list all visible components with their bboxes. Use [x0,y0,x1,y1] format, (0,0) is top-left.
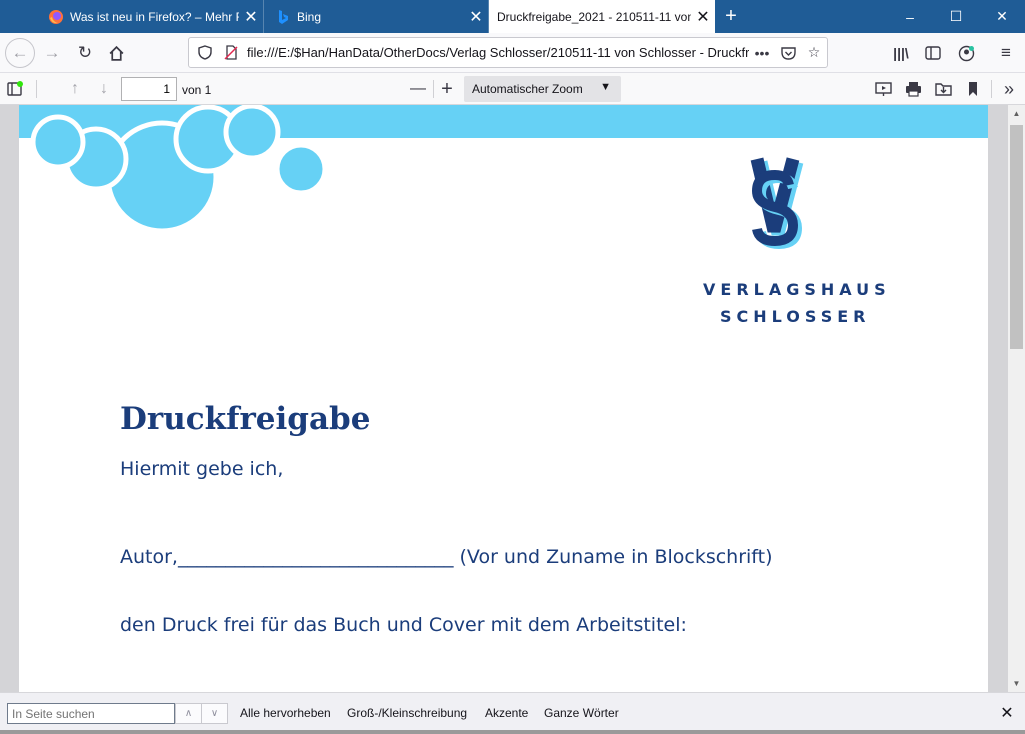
document-line-2: Autor,_____________________________ (Vor… [120,546,773,568]
home-icon [109,45,123,61]
printer-icon [905,82,921,97]
menu-button[interactable]: ≡ [991,38,1021,68]
tab-title: Druckfreigabe_2021 - 210511-11 von Schlo… [497,9,691,24]
home-button[interactable] [101,38,131,68]
double-chevron-right-icon: » [1003,78,1014,99]
zoom-select[interactable]: Automatischer Zoom ▼ [464,76,621,102]
chevron-up-icon: ∧ [184,708,193,719]
account-icon [958,45,974,61]
sidebar-icon [925,46,941,60]
arrow-up-icon: ↑ [71,80,79,97]
library-icon: |||\ [893,45,909,61]
tab-strip: Was ist neu in Firefox? – Mehr Features,… [0,0,1025,33]
scroll-down-icon[interactable]: ▼ [1008,675,1025,692]
navigation-toolbar: ← → ↻ file:///E:/$Han/HanData/OtherDocs/… [0,33,1025,73]
chevron-down-icon: ▼ [600,81,611,93]
chevron-down-icon: ∨ [210,708,219,719]
url-text: file:///E:/$Han/HanData/OtherDocs/Verlag… [247,45,749,60]
insecure-file-icon[interactable] [221,43,241,63]
next-page-button[interactable]: ↓ [91,76,117,102]
pdf-viewer[interactable]: VERLAGSHAUS SCHLOSSER Druckfreigabe Hier… [0,105,1025,692]
firefox-icon [49,9,63,24]
library-button[interactable]: |||\ [886,38,916,68]
presentation-icon [874,82,892,96]
tab-title: Was ist neu in Firefox? – Mehr Features,… [70,9,239,24]
match-diacritics-toggle[interactable]: Akzente [485,706,528,720]
bookmark-icon [969,82,977,96]
zoom-select-value: Automatischer Zoom [472,82,583,96]
page-actions-button[interactable]: ••• [749,40,775,66]
page-number-input[interactable] [121,77,177,101]
tab-druckfreigabe[interactable]: Druckfreigabe_2021 - 210511-11 von Schlo… [489,0,715,33]
back-button[interactable]: ← [5,38,35,68]
arrow-right-icon: → [43,43,61,62]
tab-title: Bing [297,9,322,24]
match-case-toggle[interactable]: Groß-/Kleinschreibung [347,706,467,720]
close-tab-icon[interactable]: ✕ [691,7,715,27]
hamburger-menu-icon: ≡ [1001,43,1011,62]
previous-page-button[interactable]: ↑ [62,76,88,102]
close-tab-icon[interactable]: ✕ [464,7,488,27]
reload-button[interactable]: ↻ [70,38,100,68]
shield-icon[interactable] [195,43,215,63]
print-button[interactable] [900,76,926,102]
download-icon [934,83,952,96]
sidebar-button[interactable] [918,38,948,68]
find-bar: ∧ ∨ Alle hervorheben Groß-/Kleinschreibu… [0,692,1025,730]
arrow-left-icon: ← [11,43,29,62]
reload-icon: ↻ [77,43,93,62]
maximize-button[interactable]: ☐ [933,0,979,33]
document-line-3: den Druck frei für das Buch und Cover mi… [120,614,687,636]
close-window-button[interactable]: ✕ [979,0,1025,33]
pocket-icon[interactable] [775,40,801,66]
minimize-button[interactable]: – [887,0,933,33]
tab-firefox-news[interactable]: Was ist neu in Firefox? – Mehr Features,… [38,0,264,33]
presentation-mode-button[interactable] [870,76,896,102]
sidebar-toggle-icon [7,81,23,96]
find-previous-button[interactable]: ∧ [175,703,202,724]
scrollbar-thumb[interactable] [1010,125,1023,349]
toolbar-separator [36,80,37,98]
save-button[interactable] [930,76,956,102]
document-line-1: Hiermit gebe ich, [120,458,284,480]
pdf-page: VERLAGSHAUS SCHLOSSER Druckfreigabe Hier… [19,105,988,692]
pdf-toolbar: ↑ ↓ von 1 — + Automatischer Zoom ▼ » [0,73,1025,105]
tools-menu-button[interactable]: » [996,76,1022,102]
account-button[interactable] [951,38,981,68]
minus-icon: — [410,80,426,97]
whole-words-toggle[interactable]: Ganze Wörter [544,706,619,720]
close-findbar-button[interactable]: ✕ [996,702,1018,724]
arrow-down-icon: ↓ [100,80,108,97]
plus-icon: + [441,77,453,100]
zoom-in-button[interactable]: + [434,76,460,102]
highlight-all-toggle[interactable]: Alle hervorheben [240,706,331,720]
zoom-out-button[interactable]: — [405,76,431,102]
page-count-label: von 1 [182,83,212,97]
scroll-up-icon[interactable]: ▲ [1008,105,1025,122]
verlagshaus-logo [750,157,804,250]
tab-bing[interactable]: Bing ✕ [265,0,489,33]
bookmark-button[interactable] [960,76,986,102]
bubbles-graphic [30,105,328,234]
new-tab-button[interactable]: + [716,0,746,33]
toolbar-separator [991,80,992,98]
logo-text-line1: VERLAGSHAUS [703,280,891,299]
forward-button[interactable]: → [37,38,67,68]
close-tab-icon[interactable]: ✕ [239,7,263,27]
bookmark-star-icon[interactable]: ☆ [801,40,827,66]
vertical-scrollbar[interactable]: ▲ ▼ [1008,105,1025,692]
find-in-page-input[interactable] [7,703,175,724]
logo-text-line2: SCHLOSSER [720,307,871,326]
bing-icon [279,9,288,24]
find-next-button[interactable]: ∨ [201,703,228,724]
toggle-sidebar-button[interactable] [2,76,28,102]
taskbar-edge [0,730,1025,734]
address-bar[interactable]: file:///E:/$Han/HanData/OtherDocs/Verlag… [188,37,828,68]
document-title: Druckfreigabe [120,401,371,437]
